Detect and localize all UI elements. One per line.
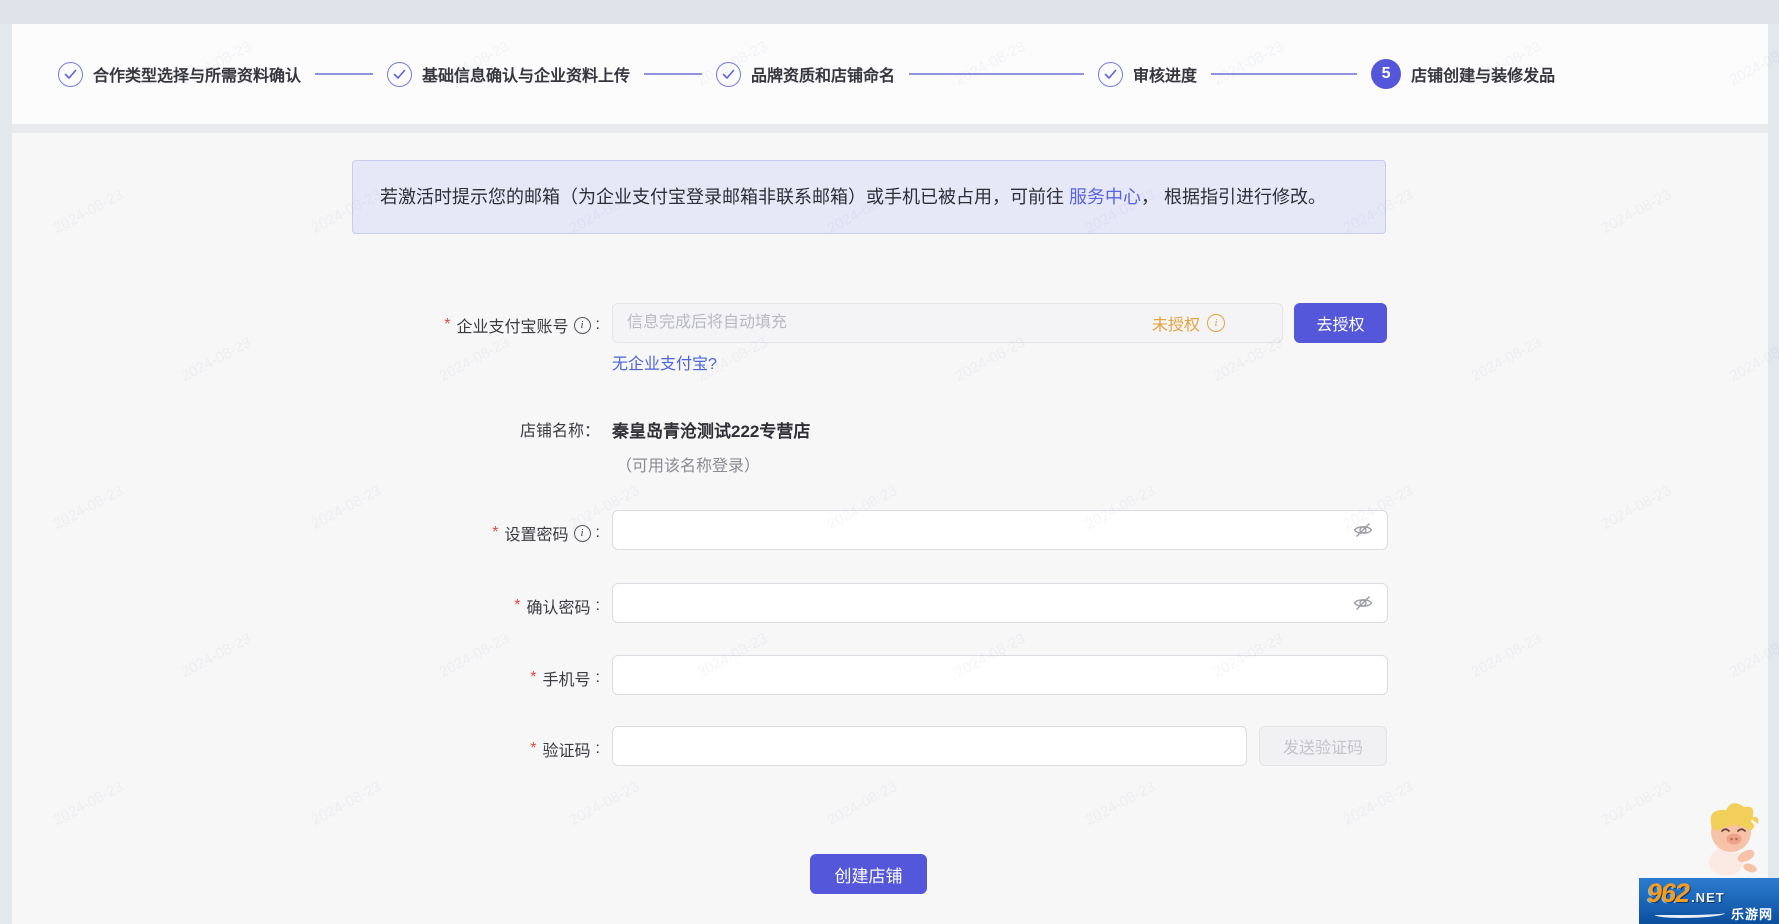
stepper-step-5-current: 5 店铺创建与装修发品 [1371, 59, 1555, 89]
store-name-label: 店铺名称： [260, 417, 600, 441]
verification-code-input[interactable] [612, 726, 1247, 766]
required-asterisk: * [530, 669, 536, 687]
required-asterisk: * [492, 524, 498, 542]
send-code-button[interactable]: 发送验证码 [1259, 726, 1387, 766]
phone-input[interactable] [612, 655, 1388, 695]
step-label: 基础信息确认与企业资料上传 [422, 62, 630, 86]
notice-text: 若激活时提示您的邮箱（为企业支付宝登录邮箱非联系邮箱）或手机已被占用，可前往 [380, 187, 1069, 207]
step-label: 合作类型选择与所需资料确认 [93, 62, 301, 86]
notice-banner: 若激活时提示您的邮箱（为企业支付宝登录邮箱非联系邮箱）或手机已被占用，可前往 服… [352, 160, 1386, 234]
no-alipay-link[interactable]: 无企业支付宝? [612, 350, 717, 374]
store-name-hint: （可用该名称登录） [616, 452, 760, 476]
step-label: 店铺创建与装修发品 [1411, 62, 1555, 86]
info-icon[interactable]: i [574, 317, 591, 334]
step-number-badge: 5 [1371, 59, 1401, 89]
required-asterisk: * [444, 316, 450, 334]
set-password-input[interactable] [612, 510, 1388, 550]
service-center-link[interactable]: 服务中心 [1069, 187, 1141, 207]
stepper-step-4: 审核进度 [1098, 62, 1197, 87]
notice-text: ， 根据指引进行修改。 [1141, 187, 1326, 207]
phone-label: * 手机号 : [260, 666, 600, 690]
stepper-connector [644, 73, 702, 75]
confirm-password-label: * 确认密码 : [260, 594, 600, 618]
verification-code-label: * 验证码 : [260, 737, 600, 761]
logo-net-text: .NET [1691, 890, 1725, 905]
site-watermark-logo: 962 .NET 乐游网 [1639, 878, 1779, 924]
check-icon [716, 62, 741, 87]
eye-off-icon[interactable] [1352, 519, 1374, 541]
step-label: 审核进度 [1133, 62, 1197, 86]
stepper-connector [909, 73, 1084, 75]
stepper-connector [1211, 73, 1357, 75]
eye-off-icon[interactable] [1352, 592, 1374, 614]
alipay-account-label: * 企业支付宝账号 i : [260, 313, 600, 337]
stepper-step-3: 品牌资质和店铺命名 [716, 62, 895, 87]
form-panel-background [12, 24, 1768, 924]
required-asterisk: * [514, 597, 520, 615]
check-icon [387, 62, 412, 87]
stepper: 合作类型选择与所需资料确认 基础信息确认与企业资料上传 品牌资质和店铺命名 审核… [12, 24, 1768, 124]
stepper-step-1: 合作类型选择与所需资料确认 [58, 62, 301, 87]
logo-number: 962 [1647, 880, 1689, 906]
set-password-label: * 设置密码 i : [260, 521, 600, 545]
logo-swoosh [1655, 910, 1725, 918]
store-name-value: 秦皇岛青沧测试222专营店 [612, 417, 810, 442]
status-text: 未授权 [1152, 311, 1200, 335]
pig-mascot-image [1698, 798, 1770, 878]
store-creation-page: 合作类型选择与所需资料确认 基础信息确认与企业资料上传 品牌资质和店铺命名 审核… [0, 0, 1779, 924]
required-asterisk: * [530, 740, 536, 758]
create-store-button[interactable]: 创建店铺 [810, 854, 927, 894]
authorization-status: 未授权 i [1152, 303, 1225, 343]
warning-info-icon[interactable]: i [1207, 314, 1225, 332]
right-margin [1768, 24, 1779, 924]
logo-site-name: 乐游网 [1731, 904, 1773, 923]
left-margin [0, 24, 12, 924]
confirm-password-input[interactable] [612, 583, 1388, 623]
section-divider [12, 124, 1768, 133]
step-label: 品牌资质和店铺命名 [751, 62, 895, 86]
info-icon[interactable]: i [574, 525, 591, 542]
authorize-button[interactable]: 去授权 [1294, 303, 1387, 343]
check-icon [58, 62, 83, 87]
check-icon [1098, 62, 1123, 87]
stepper-connector [315, 73, 373, 75]
stepper-step-2: 基础信息确认与企业资料上传 [387, 62, 630, 87]
